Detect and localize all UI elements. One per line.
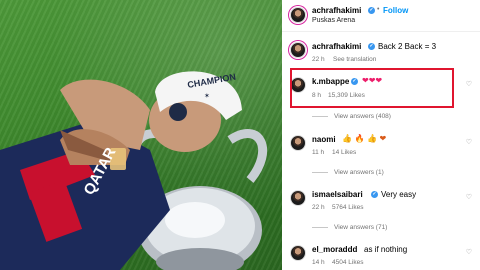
- comment-text: as if nothing: [364, 245, 408, 254]
- caption-avatar[interactable]: [290, 42, 306, 58]
- comment-age: 22 h: [312, 204, 325, 211]
- caption-text: Back 2 Back = 3: [378, 42, 437, 51]
- heart-outline-icon[interactable]: ♡: [466, 138, 472, 146]
- author-avatar[interactable]: [290, 7, 306, 23]
- comment-age: 11 h: [312, 149, 325, 156]
- verified-badge-icon: ✓: [371, 191, 378, 198]
- post-location[interactable]: Puskas Arena: [312, 17, 355, 24]
- caption-username[interactable]: achrafhakimi: [312, 42, 361, 51]
- verified-badge-icon: ✓: [368, 7, 375, 14]
- comment-likes[interactable]: 14 Likes: [332, 149, 356, 156]
- see-translation-link[interactable]: See translation: [333, 56, 376, 63]
- comment-likes[interactable]: 4504 Likes: [332, 259, 363, 266]
- comment-avatar[interactable]: [290, 135, 306, 151]
- comment-likes[interactable]: 5764 Likes: [332, 204, 363, 211]
- heart-outline-icon[interactable]: ♡: [466, 193, 472, 201]
- comment-username[interactable]: el_moraddd: [312, 245, 357, 254]
- follow-button[interactable]: Follow: [383, 6, 408, 15]
- highlight-box: [290, 68, 454, 108]
- heart-outline-icon[interactable]: ♡: [466, 248, 472, 256]
- view-answers-link[interactable]: View answers (1): [312, 169, 384, 176]
- view-answers-link[interactable]: View answers (71): [312, 224, 387, 231]
- photo-illustration: QATAR CHAMPION ✶: [0, 71, 268, 270]
- caption-age: 22 h: [312, 56, 325, 63]
- view-answers-link[interactable]: View answers (408): [312, 113, 391, 120]
- comment-age: 14 h: [312, 259, 325, 266]
- comment-username[interactable]: naomi: [312, 135, 336, 144]
- comment-avatar[interactable]: [290, 245, 306, 261]
- cap-star: ✶: [204, 92, 210, 100]
- author-username[interactable]: achrafhakimi: [312, 6, 361, 15]
- post-photo[interactable]: QATAR CHAMPION ✶: [0, 0, 282, 270]
- comment-avatar[interactable]: [290, 190, 306, 206]
- comments-panel: achrafhakimi ✓ • Follow Puskas Arena ach…: [282, 0, 480, 270]
- comment-text: 👍 🔥 👍 ❤: [342, 134, 387, 143]
- comment-username[interactable]: ismaelsaibari: [312, 190, 363, 199]
- heart-outline-icon[interactable]: ♡: [466, 80, 472, 88]
- dot-separator: •: [377, 6, 380, 13]
- post-header: achrafhakimi ✓ • Follow Puskas Arena: [282, 0, 480, 32]
- verified-badge-icon: ✓: [368, 43, 375, 50]
- comment-text: Very easy: [381, 190, 417, 199]
